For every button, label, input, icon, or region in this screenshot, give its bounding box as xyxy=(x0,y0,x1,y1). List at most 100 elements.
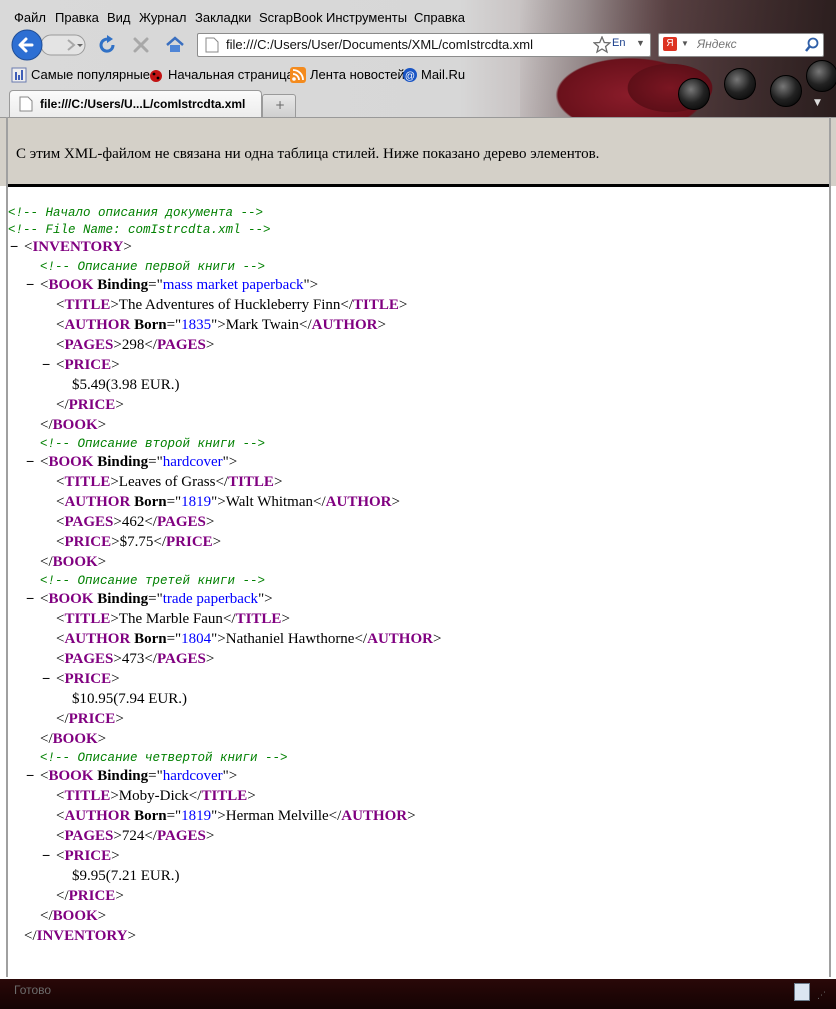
menu-help[interactable]: Справка xyxy=(414,10,465,25)
book-pages: 298 xyxy=(121,337,145,353)
book-title: The Adventures of Huckleberry Finn xyxy=(118,297,341,313)
xml-book-close: </BOOK> xyxy=(40,554,107,570)
xml-comment: <!-- Описание второй книги --> xyxy=(40,437,266,451)
theme-background-image xyxy=(520,0,836,117)
xml-book-open: <BOOK Binding="hardcover"> xyxy=(40,768,238,784)
collapse-toggle-book[interactable]: − xyxy=(26,278,34,294)
forward-button[interactable] xyxy=(45,35,85,55)
home-icon[interactable] xyxy=(164,34,186,56)
attr-value-binding: hardcover xyxy=(162,454,223,470)
tag-name: INVENTORY xyxy=(36,928,128,944)
xml-tree-view: <!-- Начало описания документа --> <!-- … xyxy=(8,187,829,979)
status-bar: Готово ⋰ xyxy=(0,979,836,1009)
book-author: Nathaniel Hawthorne xyxy=(225,631,355,647)
collapse-toggle-price[interactable]: − xyxy=(42,849,50,865)
tab-title: file:///C:/Users/U...L/comIstrcdta.xml xyxy=(40,97,246,111)
url-dropdown-icon[interactable]: ▼ xyxy=(636,38,645,48)
svg-text:@: @ xyxy=(405,71,415,82)
attr-value-binding: trade paperback xyxy=(162,591,259,607)
bookmark-most-visited[interactable]: Самые популярные xyxy=(31,67,150,82)
xml-price-close: </PRICE> xyxy=(56,397,124,413)
xml-price-element: <PRICE>$7.75</PRICE> xyxy=(56,534,222,550)
xml-comment: <!-- File Name: comIstrcdta.xml --> xyxy=(8,223,271,237)
resize-grip-icon[interactable]: ⋰ xyxy=(817,991,826,1001)
book-title: Leaves of Grass xyxy=(118,474,216,490)
xml-book-close: </BOOK> xyxy=(40,908,107,924)
bookmark-star-icon[interactable] xyxy=(593,36,611,54)
tag-name: INVENTORY xyxy=(32,239,124,255)
bookmark-start-page[interactable]: Начальная страница xyxy=(168,67,294,82)
menu-scrapbook[interactable]: ScrapBook xyxy=(259,10,323,25)
menu-view[interactable]: Вид xyxy=(107,10,131,25)
search-engine-dropdown-icon[interactable]: ▼ xyxy=(681,39,689,48)
bookmark-news-feed[interactable]: Лента новостей xyxy=(310,67,405,82)
book-author: Herman Melville xyxy=(225,808,329,824)
xml-price-open: <PRICE> xyxy=(56,357,120,373)
attr-name: Binding xyxy=(97,768,149,784)
xml-title-element: <TITLE>The Marble Faun</TITLE> xyxy=(56,611,290,627)
bookmark-mailru[interactable]: Mail.Ru xyxy=(421,67,465,82)
collapse-toggle-price[interactable]: − xyxy=(42,358,50,374)
xml-title-element: <TITLE>Leaves of Grass</TITLE> xyxy=(56,474,283,490)
collapse-toggle-book[interactable]: − xyxy=(26,455,34,471)
search-icon[interactable] xyxy=(804,37,820,53)
attr-name: Binding xyxy=(97,454,149,470)
book-title: The Marble Faun xyxy=(118,611,223,627)
xml-pages-element: <PAGES>462</PAGES> xyxy=(56,514,215,530)
xml-author-element: <AUTHOR Born="1819">Herman Melville</AUT… xyxy=(56,808,416,824)
language-indicator[interactable]: En xyxy=(612,37,625,49)
attr-name: Binding xyxy=(97,591,149,607)
menu-edit[interactable]: Правка xyxy=(55,10,99,25)
reload-icon[interactable] xyxy=(96,34,118,56)
search-bar[interactable]: Я ▼ xyxy=(658,33,824,57)
book-pages: 473 xyxy=(121,651,145,667)
plus-icon: + xyxy=(275,98,286,112)
collapse-toggle-price[interactable]: − xyxy=(42,672,50,688)
book-price: $10.95(7.94 EUR.) xyxy=(72,691,187,707)
menu-file[interactable]: Файл xyxy=(14,10,46,25)
menu-tools[interactable]: Инструменты xyxy=(326,10,407,25)
new-tab-button[interactable]: + xyxy=(262,94,296,117)
menu-history[interactable]: Журнал xyxy=(139,10,186,25)
attr-value-born: 1835 xyxy=(181,317,212,333)
rss-feed-icon xyxy=(290,67,306,83)
address-bar[interactable]: file:///C:/Users/User/Documents/XML/comI… xyxy=(197,33,651,57)
status-text: Готово xyxy=(14,983,52,997)
xml-comment: <!-- Описание первой книги --> xyxy=(40,260,266,274)
page-icon xyxy=(205,37,219,53)
xml-price-open: <PRICE> xyxy=(56,671,120,687)
book-price: $7.75 xyxy=(119,534,154,550)
xml-book-open: <BOOK Binding="mass market paperback"> xyxy=(40,277,319,293)
collapse-toggle-book[interactable]: − xyxy=(26,769,34,785)
stop-icon[interactable] xyxy=(131,35,151,55)
mailru-icon: @ xyxy=(403,68,417,82)
xml-pages-element: <PAGES>724</PAGES> xyxy=(56,828,215,844)
browser-chrome: Файл Правка Вид Журнал Закладки ScrapBoo… xyxy=(0,0,836,117)
collapse-toggle-book[interactable]: − xyxy=(26,592,34,608)
attr-value-binding: hardcover xyxy=(162,768,223,784)
tab-page-icon xyxy=(19,96,33,112)
menu-bookmarks[interactable]: Закладки xyxy=(195,10,251,25)
book-author: Walt Whitman xyxy=(225,494,314,510)
attr-value-born: 1819 xyxy=(181,808,212,824)
back-button[interactable] xyxy=(11,29,43,61)
xml-book-close: </BOOK> xyxy=(40,731,107,747)
yandex-logo-icon[interactable]: Я xyxy=(663,37,677,51)
xml-info-message: С этим XML-файлом не связана ни одна таб… xyxy=(16,146,600,162)
collapse-toggle-inventory[interactable]: − xyxy=(10,240,18,256)
tab-active[interactable]: file:///C:/Users/U...L/comIstrcdta.xml xyxy=(9,90,262,117)
status-page-icon[interactable] xyxy=(794,983,810,1001)
attr-value-binding: mass market paperback xyxy=(162,277,304,293)
attr-value-born: 1819 xyxy=(181,494,212,510)
xml-author-element: <AUTHOR Born="1819">Walt Whitman</AUTHOR… xyxy=(56,494,400,510)
book-price: $9.95(7.21 EUR.) xyxy=(72,868,180,884)
xml-author-element: <AUTHOR Born="1835">Mark Twain</AUTHOR> xyxy=(56,317,386,333)
tab-list-button[interactable]: ▼ xyxy=(808,94,830,116)
xml-comment: <!-- Начало описания документа --> xyxy=(8,206,264,220)
search-input[interactable] xyxy=(697,36,797,52)
xml-info-banner: С этим XML-файлом не связана ни одна таб… xyxy=(0,117,836,186)
xml-book-close: </BOOK> xyxy=(40,417,107,433)
xml-title-element: <TITLE>Moby-Dick</TITLE> xyxy=(56,788,256,804)
window-frame-right xyxy=(829,117,831,977)
attr-value-born: 1804 xyxy=(181,631,212,647)
